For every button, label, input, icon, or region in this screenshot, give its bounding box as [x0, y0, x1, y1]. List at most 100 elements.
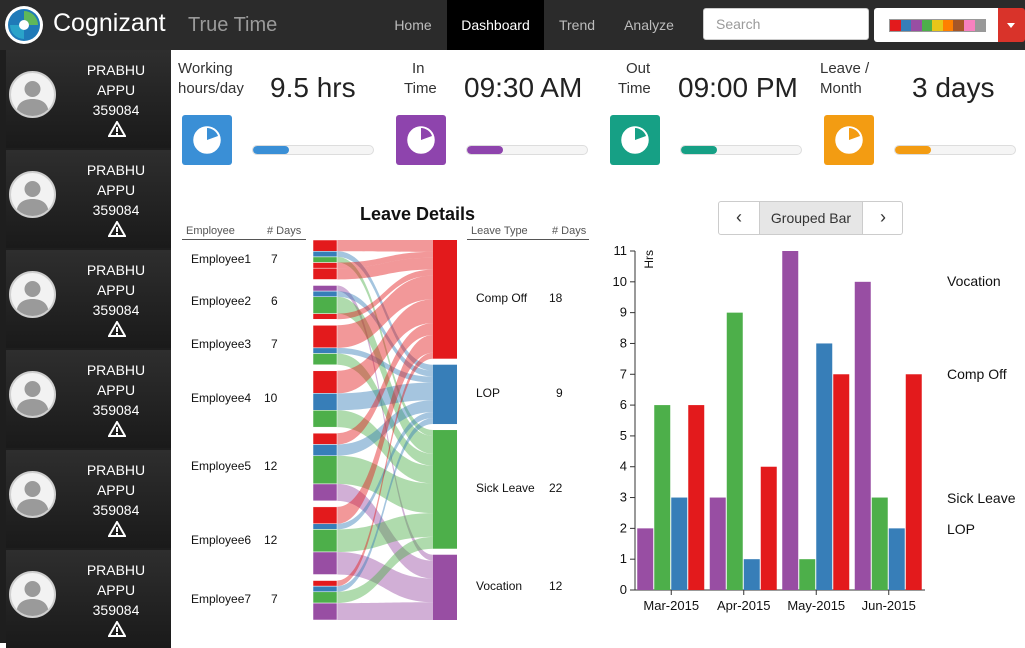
employee-card[interactable]: PRABHU APPU 359084 — [6, 50, 171, 148]
sankey-link[interactable] — [337, 602, 433, 620]
employee-node-segment[interactable] — [312, 410, 338, 428]
bar-sick-leave[interactable] — [726, 312, 743, 590]
employee-node-segment[interactable] — [312, 523, 338, 530]
warning-icon[interactable] — [107, 619, 127, 637]
bar-vocation[interactable] — [637, 528, 654, 590]
bar-lop[interactable] — [743, 559, 760, 590]
kpi-progress-bar — [466, 145, 588, 155]
bar-comp-off[interactable] — [905, 374, 922, 590]
employee-last-name: APPU — [96, 582, 136, 598]
brand-logo-icon[interactable] — [5, 6, 43, 44]
employee-days: 7 — [271, 592, 278, 607]
leave-type-node[interactable] — [433, 240, 457, 359]
chevron-left-icon[interactable]: ‹ — [719, 202, 759, 234]
grouped-bar-chart[interactable]: 0 1 2 3 4 5 6 7 8 9 10 11 Hrs Mar-2015 Apr-2015 May-201… — [600, 240, 940, 620]
warning-icon[interactable] — [107, 519, 127, 537]
y-tick-label: 7 — [620, 366, 627, 381]
employee-node-segment[interactable] — [312, 602, 338, 621]
search-input[interactable] — [703, 8, 869, 40]
warning-icon[interactable] — [107, 119, 127, 137]
employee-node-segment[interactable] — [312, 591, 338, 604]
bar-lop[interactable] — [671, 497, 688, 590]
employee-card[interactable]: PRABHU APPU 359084 — [6, 250, 171, 348]
employee-node-segment[interactable] — [312, 506, 338, 525]
nav-trend[interactable]: Trend — [548, 0, 606, 50]
kpi-progress-fill — [681, 146, 717, 154]
leave-type-days: 12 — [549, 579, 563, 594]
nav-home[interactable]: Home — [383, 0, 443, 50]
y-tick-label: 6 — [620, 397, 627, 412]
leave-type-days-header: # Days — [552, 225, 587, 237]
theme-dropdown-button[interactable] — [998, 8, 1025, 42]
employee-node-segment[interactable] — [312, 251, 338, 258]
y-tick-label: 9 — [620, 305, 627, 320]
employee-node-segment[interactable] — [312, 432, 338, 445]
bar-lop[interactable] — [888, 528, 905, 590]
kpi-label-line2: Month — [820, 80, 862, 97]
employee-node-segment[interactable] — [312, 444, 338, 456]
leave-type-node[interactable] — [433, 364, 457, 425]
employee-node-segment[interactable] — [312, 347, 338, 354]
employee-node-segment[interactable] — [312, 267, 338, 280]
employee-card[interactable]: PRABHU APPU 359084 — [6, 350, 171, 448]
employee-node-segment[interactable] — [312, 393, 338, 411]
employee-node-segment[interactable] — [312, 262, 338, 269]
bar-lop[interactable] — [816, 343, 833, 590]
employee-node-segment[interactable] — [312, 325, 338, 349]
bar-vocation[interactable] — [709, 497, 726, 590]
bar-comp-off[interactable] — [688, 405, 705, 590]
kpi-progress-bar — [680, 145, 802, 155]
warning-icon[interactable] — [107, 219, 127, 237]
employee-first-name: PRABHU — [86, 162, 146, 178]
bar-sick-leave[interactable] — [871, 497, 888, 590]
theme-swatch — [921, 20, 933, 31]
bar-sick-leave[interactable] — [799, 559, 816, 590]
employee-node-segment[interactable] — [312, 290, 338, 298]
bar-comp-off[interactable] — [760, 466, 777, 590]
bar-vocation[interactable] — [854, 281, 871, 590]
kpi-progress-bar — [894, 145, 1016, 155]
employee-node-segment[interactable] — [312, 370, 338, 394]
bar-sick-leave[interactable] — [654, 405, 671, 590]
kpi-value: 9.5 hrs — [270, 72, 356, 103]
employee-node-segment[interactable] — [312, 483, 338, 502]
sankey-link[interactable] — [337, 240, 433, 252]
legend-item[interactable]: Sick Leave — [947, 490, 1015, 506]
employee-id: 359084 — [92, 102, 140, 118]
employee-node-segment[interactable] — [312, 455, 338, 485]
employee-card[interactable]: PRABHU APPU 359084 — [6, 450, 171, 548]
employee-node-segment[interactable] — [312, 529, 338, 553]
legend-item[interactable]: Comp Off — [947, 366, 1007, 382]
employee-node-segment[interactable] — [312, 240, 338, 252]
leave-type-node[interactable] — [433, 430, 457, 549]
warning-icon[interactable] — [107, 319, 127, 337]
employee-node-segment[interactable] — [312, 285, 338, 292]
employee-card[interactable]: PRABHU APPU 359084 — [6, 550, 171, 648]
chart-mode-label[interactable]: Grouped Bar — [759, 202, 863, 234]
bar-vocation[interactable] — [782, 251, 799, 590]
nav-analyze[interactable]: Analyze — [614, 0, 684, 50]
sankey-links — [337, 240, 433, 620]
nav-dashboard[interactable]: Dashboard — [447, 0, 544, 50]
bar-comp-off[interactable] — [833, 374, 850, 590]
legend-item[interactable]: Vocation — [947, 273, 1001, 289]
employee-node-segment[interactable] — [312, 313, 338, 320]
employee-node-segment[interactable] — [312, 296, 338, 314]
employee-node-segment[interactable] — [312, 256, 338, 263]
employee-card[interactable]: PRABHU APPU 359084 — [6, 150, 171, 248]
chevron-right-icon[interactable]: › — [863, 202, 903, 234]
theme-selector[interactable] — [874, 8, 998, 42]
brand-name[interactable]: Cognizant — [53, 9, 166, 38]
employee-first-name: PRABHU — [86, 62, 146, 78]
kpi-value: 09:30 AM — [464, 72, 583, 103]
kpi-progress-fill — [895, 146, 931, 154]
legend-item[interactable]: LOP — [947, 521, 975, 537]
employee-node-segment[interactable] — [312, 585, 338, 593]
warning-icon[interactable] — [107, 419, 127, 437]
leave-type-node[interactable] — [433, 554, 457, 620]
employee-node-segment[interactable] — [312, 580, 338, 587]
employee-node-segment[interactable] — [312, 551, 338, 575]
employee-node-segment[interactable] — [312, 353, 338, 366]
employee-last-name: APPU — [96, 282, 136, 298]
leave-sankey-diagram[interactable] — [310, 240, 460, 622]
